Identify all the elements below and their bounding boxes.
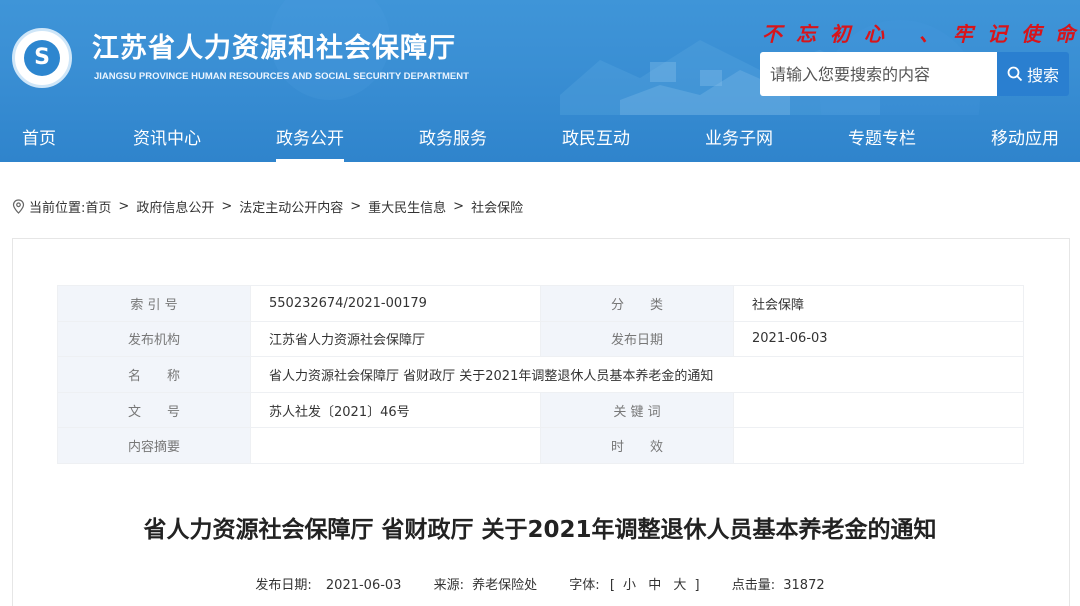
validity-value: [733, 427, 1024, 464]
meta-hits: 点击量: 31872: [732, 578, 825, 593]
meta-font-label: 字体:: [569, 578, 600, 593]
meta-date-value: 2021-06-03: [325, 578, 402, 593]
docno-value: 苏人社发〔2021〕46号: [250, 391, 541, 429]
font-bracket-close: ]: [694, 578, 700, 593]
font-large-button[interactable]: 大: [673, 578, 686, 593]
font-medium-button[interactable]: 中: [648, 578, 661, 593]
date-value: 2021-06-03: [733, 320, 1024, 358]
nav-item-home[interactable]: 首页: [22, 118, 56, 162]
name-label: 名 称: [57, 356, 251, 393]
breadcrumb-item-statutory[interactable]: 法定主动公开内容: [239, 197, 343, 216]
document-info-table: 索 引 号 550232674/2021-00179 分 类 社会保障 发布机构…: [57, 285, 1024, 464]
site-logo[interactable]: S: [12, 28, 72, 88]
keyword-value: [733, 391, 1024, 429]
nav-item-interaction[interactable]: 政民互动: [562, 118, 630, 162]
breadcrumb-separator: >: [350, 198, 362, 214]
meta-hits-value: 31872: [783, 578, 825, 593]
date-label: 发布日期: [540, 320, 734, 358]
font-small-button[interactable]: 小: [623, 578, 636, 593]
site-header: S 江苏省人力资源和社会保障厅 JIANGSU PROVINCE HUMAN R…: [0, 0, 1080, 162]
nav-item-news[interactable]: 资讯中心: [133, 118, 201, 162]
main-nav: 首页 资讯中心 政务公开 政务服务 政民互动 业务子网 专题专栏 移动应用: [0, 118, 1080, 162]
table-row: 名 称 省人力资源社会保障厅 省财政厅 关于2021年调整退休人员基本养老金的通…: [57, 356, 1024, 393]
font-bracket-open: [: [609, 578, 615, 593]
breadcrumb-separator: >: [221, 198, 233, 214]
nav-item-gov-open[interactable]: 政务公开: [276, 118, 344, 162]
slogan: 不忘初心 、牢记使命: [762, 22, 1080, 46]
search-button-label: 搜索: [1026, 66, 1059, 85]
breadcrumb-item-social-insurance[interactable]: 社会保险: [471, 197, 523, 216]
table-row: 发布机构 江苏省人力资源社会保障厅 发布日期 2021-06-03: [57, 320, 1024, 358]
nav-item-sub-sites[interactable]: 业务子网: [705, 118, 773, 162]
docno-label: 文 号: [57, 391, 251, 429]
index-label: 索 引 号: [57, 285, 251, 322]
validity-label: 时 效: [540, 427, 734, 464]
publisher-value: 江苏省人力资源社会保障厅: [250, 320, 541, 358]
site-subtitle: JIANGSU PROVINCE HUMAN RESOURCES AND SOC…: [94, 71, 469, 82]
breadcrumb: 当前位置: 首页 > 政府信息公开 > 法定主动公开内容 > 重大民生信息 > …: [12, 196, 523, 216]
location-pin-icon: [12, 198, 25, 214]
search-icon: [1007, 66, 1023, 82]
meta-date: 发布日期: 2021-06-03: [255, 578, 405, 593]
nav-item-gov-service[interactable]: 政务服务: [419, 118, 487, 162]
table-row: 文 号 苏人社发〔2021〕46号 关 键 词: [57, 391, 1024, 429]
breadcrumb-separator: >: [453, 198, 465, 214]
meta-source: 来源: 养老保险处: [434, 578, 542, 593]
breadcrumb-item-livelihood[interactable]: 重大民生信息: [368, 197, 446, 216]
summary-value: [250, 427, 541, 464]
name-value: 省人力资源社会保障厅 省财政厅 关于2021年调整退休人员基本养老金的通知: [250, 356, 1024, 393]
meta-source-label: 来源:: [433, 578, 464, 593]
breadcrumb-separator: >: [118, 198, 130, 214]
table-row: 内容摘要 时 效: [57, 427, 1024, 464]
keyword-label: 关 键 词: [540, 391, 734, 429]
breadcrumb-item-home[interactable]: 首页: [85, 197, 111, 216]
index-value: 550232674/2021-00179: [250, 285, 541, 322]
breadcrumb-item-gov-info[interactable]: 政府信息公开: [136, 197, 214, 216]
site-title: 江苏省人力资源和社会保障厅: [92, 33, 456, 64]
summary-label: 内容摘要: [57, 427, 251, 464]
article-meta: 发布日期: 2021-06-03 来源: 养老保险处 字体: [ 小 中 大 ]…: [0, 574, 1080, 593]
category-label: 分 类: [540, 285, 734, 322]
table-row: 索 引 号 550232674/2021-00179 分 类 社会保障: [57, 285, 1024, 322]
publisher-label: 发布机构: [57, 320, 251, 358]
nav-item-mobile[interactable]: 移动应用: [991, 118, 1059, 162]
meta-date-label: 发布日期:: [255, 578, 312, 593]
meta-font-size: 字体: [ 小 中 大 ]: [569, 578, 703, 593]
breadcrumb-prefix: 当前位置:: [29, 200, 86, 216]
meta-hits-label: 点击量:: [731, 578, 776, 593]
nav-item-topics[interactable]: 专题专栏: [848, 118, 916, 162]
article-title: 省人力资源社会保障厅 省财政厅 关于2021年调整退休人员基本养老金的通知: [143, 517, 937, 543]
search-input[interactable]: [760, 52, 998, 96]
meta-source-value: 养老保险处: [472, 578, 538, 593]
search-button[interactable]: 搜索: [997, 52, 1069, 96]
category-value: 社会保障: [733, 285, 1024, 322]
